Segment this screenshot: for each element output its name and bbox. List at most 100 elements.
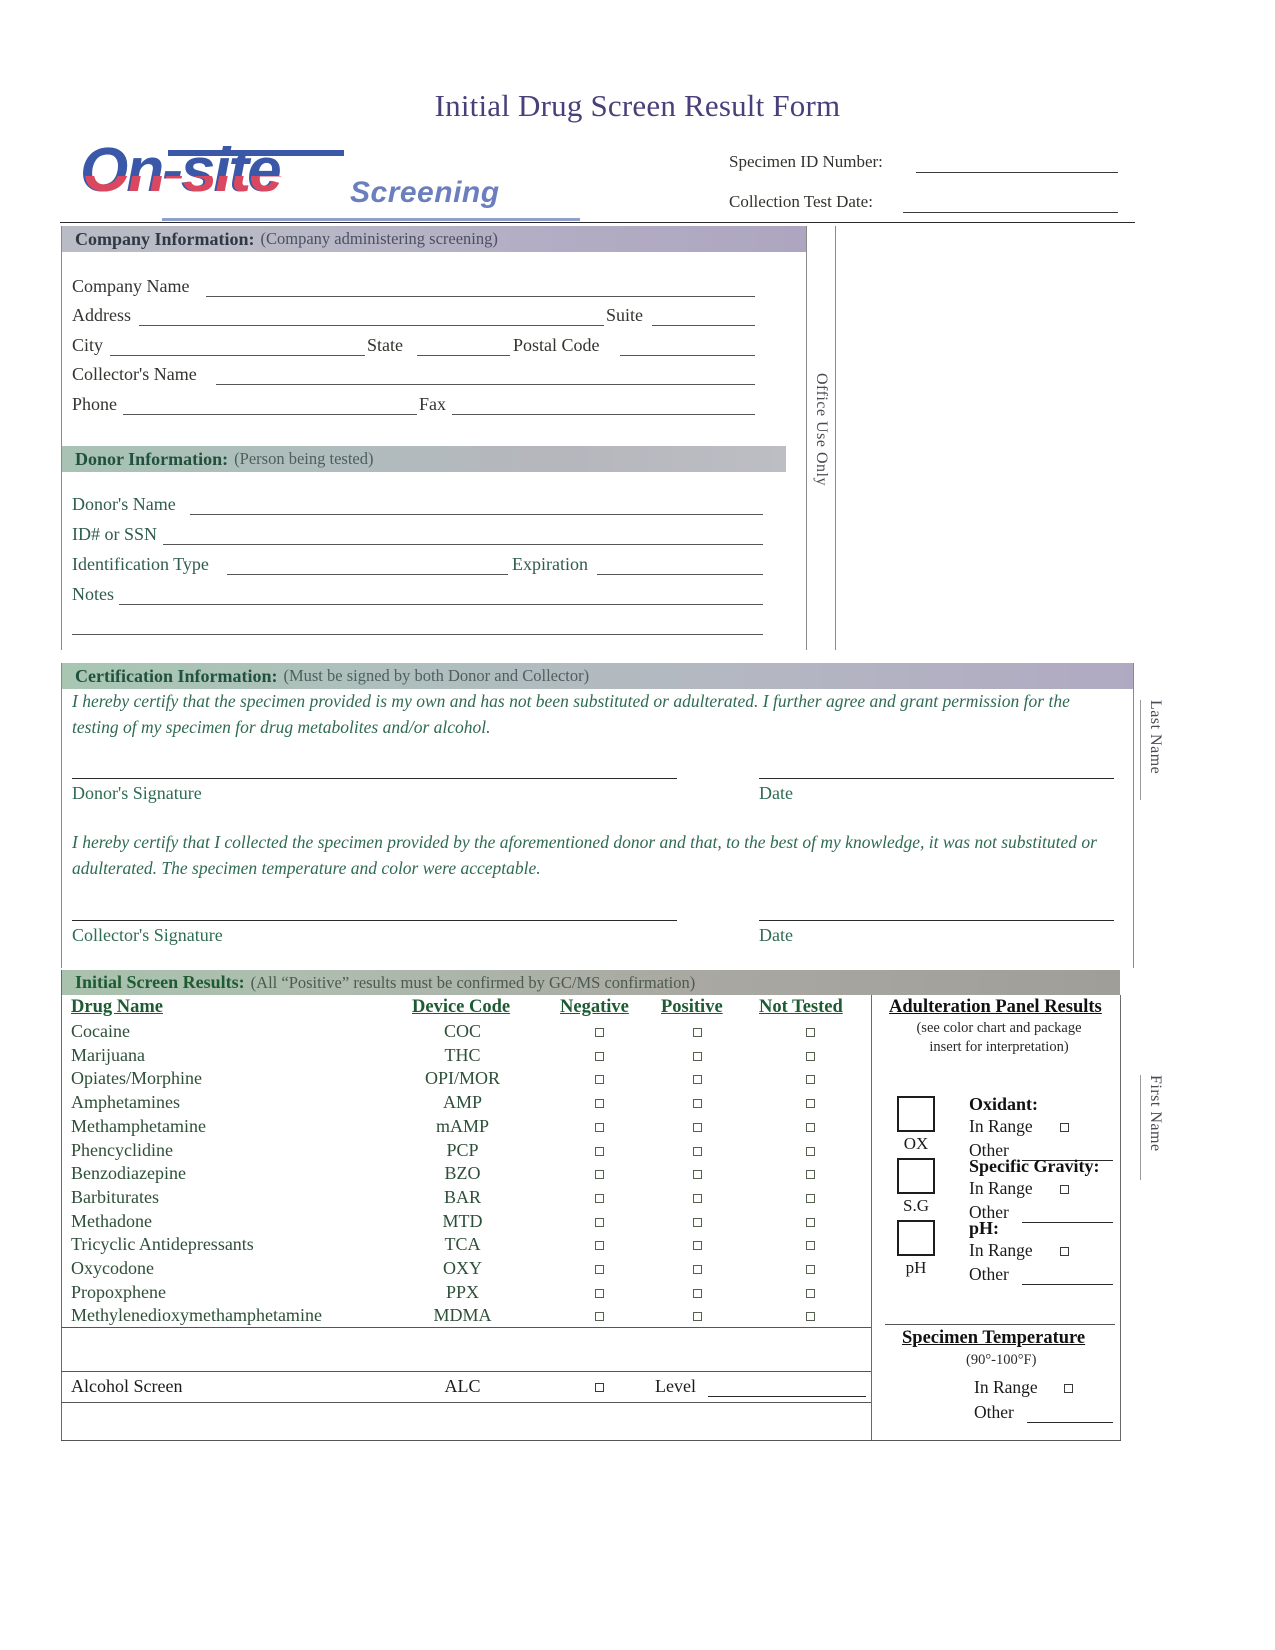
- adulteration-other-label: Other: [969, 1264, 1009, 1284]
- donor-date-input[interactable]: [759, 778, 1114, 779]
- notes-input-line-2[interactable]: [72, 634, 763, 635]
- drug-row-code: OXY: [443, 1258, 482, 1278]
- collection-test-date-input[interactable]: [903, 212, 1118, 213]
- suite-input[interactable]: [652, 325, 755, 326]
- drug-row-not-tested-checkbox[interactable]: [806, 1312, 815, 1322]
- collector-signature-input[interactable]: [72, 920, 677, 921]
- collector-name-input[interactable]: [216, 384, 755, 385]
- donor-information-header: Donor Information: (Person being tested): [61, 446, 786, 472]
- logo-bar-decoration: [168, 150, 344, 156]
- expiration-input[interactable]: [597, 574, 763, 575]
- office-use-only-label: Office Use Only: [813, 373, 830, 486]
- alcohol-screen-checkbox[interactable]: [595, 1383, 604, 1392]
- state-input[interactable]: [417, 355, 510, 356]
- adulteration-in-range-checkbox[interactable]: [1060, 1247, 1069, 1256]
- drug-row-positive-checkbox[interactable]: [693, 1170, 702, 1180]
- fax-input[interactable]: [452, 414, 755, 415]
- drug-row-not-tested-checkbox[interactable]: [806, 1288, 815, 1298]
- drug-row-positive-checkbox[interactable]: [693, 1028, 702, 1037]
- drug-row-not-tested-checkbox[interactable]: [806, 1099, 815, 1109]
- drug-row-positive-checkbox[interactable]: [693, 1122, 702, 1132]
- drug-row-not-tested-checkbox[interactable]: [806, 1028, 815, 1037]
- drug-row-not-tested-checkbox[interactable]: [806, 1193, 815, 1203]
- suite-label: Suite: [606, 305, 644, 325]
- adulteration-in-range-label: In Range: [969, 1240, 1033, 1260]
- drug-row-not-tested-checkbox[interactable]: [806, 1146, 815, 1156]
- adulteration-result-box[interactable]: [897, 1096, 935, 1132]
- identification-type-input[interactable]: [227, 574, 508, 575]
- donor-signature-input[interactable]: [72, 778, 677, 779]
- address-input[interactable]: [139, 325, 604, 326]
- postal-code-input[interactable]: [620, 355, 755, 356]
- adulteration-result-box[interactable]: [897, 1158, 935, 1194]
- drug-row-negative-checkbox[interactable]: [595, 1146, 604, 1156]
- form-page: Initial Drug Screen Result Form On-site …: [0, 0, 1275, 1650]
- drug-row-not-tested-checkbox[interactable]: [806, 1075, 815, 1085]
- drug-row-name: Methamphetamine: [71, 1115, 206, 1136]
- notes-input-line-1[interactable]: [119, 604, 763, 605]
- drug-row-negative-checkbox[interactable]: [595, 1312, 604, 1322]
- drug-row-negative-checkbox[interactable]: [595, 1288, 604, 1298]
- drug-row-positive-checkbox[interactable]: [693, 1051, 702, 1061]
- drug-row-negative-checkbox[interactable]: [595, 1241, 604, 1251]
- specimen-temperature-other-input[interactable]: [1027, 1422, 1113, 1423]
- drug-row-positive-checkbox[interactable]: [693, 1241, 702, 1251]
- drug-row-positive-checkbox[interactable]: [693, 1312, 702, 1322]
- fax-label: Fax: [419, 394, 446, 414]
- drug-row-negative-checkbox[interactable]: [595, 1051, 604, 1061]
- company-section-heading: Company Information:: [75, 228, 255, 249]
- donor-name-input[interactable]: [190, 514, 763, 515]
- adulteration-other-input[interactable]: [1022, 1284, 1113, 1285]
- drug-row-not-tested-checkbox[interactable]: [806, 1170, 815, 1180]
- drug-row-positive-checkbox[interactable]: [693, 1099, 702, 1109]
- drug-row-not-tested-checkbox[interactable]: [806, 1051, 815, 1061]
- collector-date-label: Date: [759, 925, 793, 945]
- drug-row-positive-checkbox[interactable]: [693, 1265, 702, 1274]
- state-label: State: [367, 335, 403, 355]
- drug-row-positive-checkbox[interactable]: [693, 1146, 702, 1156]
- specimen-id-label: Specimen ID Number:: [729, 152, 883, 171]
- donor-box-left-border: [61, 446, 62, 650]
- donor-certification-statement: I hereby certify that the specimen provi…: [72, 691, 1070, 737]
- drug-row-not-tested-checkbox[interactable]: [806, 1241, 815, 1251]
- results-section-heading: Initial Screen Results:: [75, 972, 245, 992]
- alcohol-level-input[interactable]: [708, 1396, 866, 1397]
- certification-section-heading: Certification Information:: [75, 665, 278, 686]
- column-header-drug-name: Drug Name: [71, 997, 163, 1017]
- drug-row-positive-checkbox[interactable]: [693, 1217, 702, 1227]
- logo-underline-decoration: [162, 218, 580, 221]
- specimen-temperature-other-label: Other: [974, 1402, 1014, 1422]
- drug-row-negative-checkbox[interactable]: [595, 1122, 604, 1132]
- drug-row-positive-checkbox[interactable]: [693, 1193, 702, 1203]
- drug-row-positive-checkbox[interactable]: [693, 1288, 702, 1298]
- drug-row-not-tested-checkbox[interactable]: [806, 1265, 815, 1274]
- company-box-right-border: [806, 226, 807, 650]
- postal-code-label: Postal Code: [513, 335, 600, 355]
- drug-row-negative-checkbox[interactable]: [595, 1099, 604, 1109]
- drug-row-negative-checkbox[interactable]: [595, 1075, 604, 1085]
- id-ssn-input[interactable]: [163, 544, 763, 545]
- drug-row-code: OPI/MOR: [424, 1068, 500, 1089]
- phone-input[interactable]: [123, 414, 417, 415]
- adulteration-result-box[interactable]: [897, 1220, 935, 1256]
- drug-row-negative-checkbox[interactable]: [595, 1170, 604, 1180]
- drug-row-not-tested-checkbox[interactable]: [806, 1122, 815, 1132]
- drug-row-negative-checkbox[interactable]: [595, 1217, 604, 1227]
- collector-date-input[interactable]: [759, 920, 1114, 921]
- city-input[interactable]: [110, 355, 365, 356]
- company-name-input[interactable]: [206, 296, 755, 297]
- certification-section-note: (Must be signed by both Donor and Collec…: [283, 666, 590, 685]
- adulteration-in-range-checkbox[interactable]: [1060, 1123, 1069, 1132]
- page-title: Initial Drug Screen Result Form: [434, 88, 841, 123]
- specimen-temperature-in-range-checkbox[interactable]: [1064, 1384, 1073, 1393]
- drug-row-positive-checkbox[interactable]: [693, 1075, 702, 1085]
- adulteration-other-input[interactable]: [1022, 1222, 1113, 1223]
- drug-row-name: Propoxphene: [71, 1281, 166, 1302]
- adulteration-in-range-checkbox[interactable]: [1060, 1185, 1069, 1194]
- drug-row-negative-checkbox[interactable]: [595, 1265, 604, 1274]
- specimen-id-input[interactable]: [916, 172, 1118, 173]
- drug-row-negative-checkbox[interactable]: [595, 1028, 604, 1037]
- drug-row-not-tested-checkbox[interactable]: [806, 1217, 815, 1227]
- collector-name-label: Collector's Name: [72, 364, 197, 384]
- drug-row-negative-checkbox[interactable]: [595, 1193, 604, 1203]
